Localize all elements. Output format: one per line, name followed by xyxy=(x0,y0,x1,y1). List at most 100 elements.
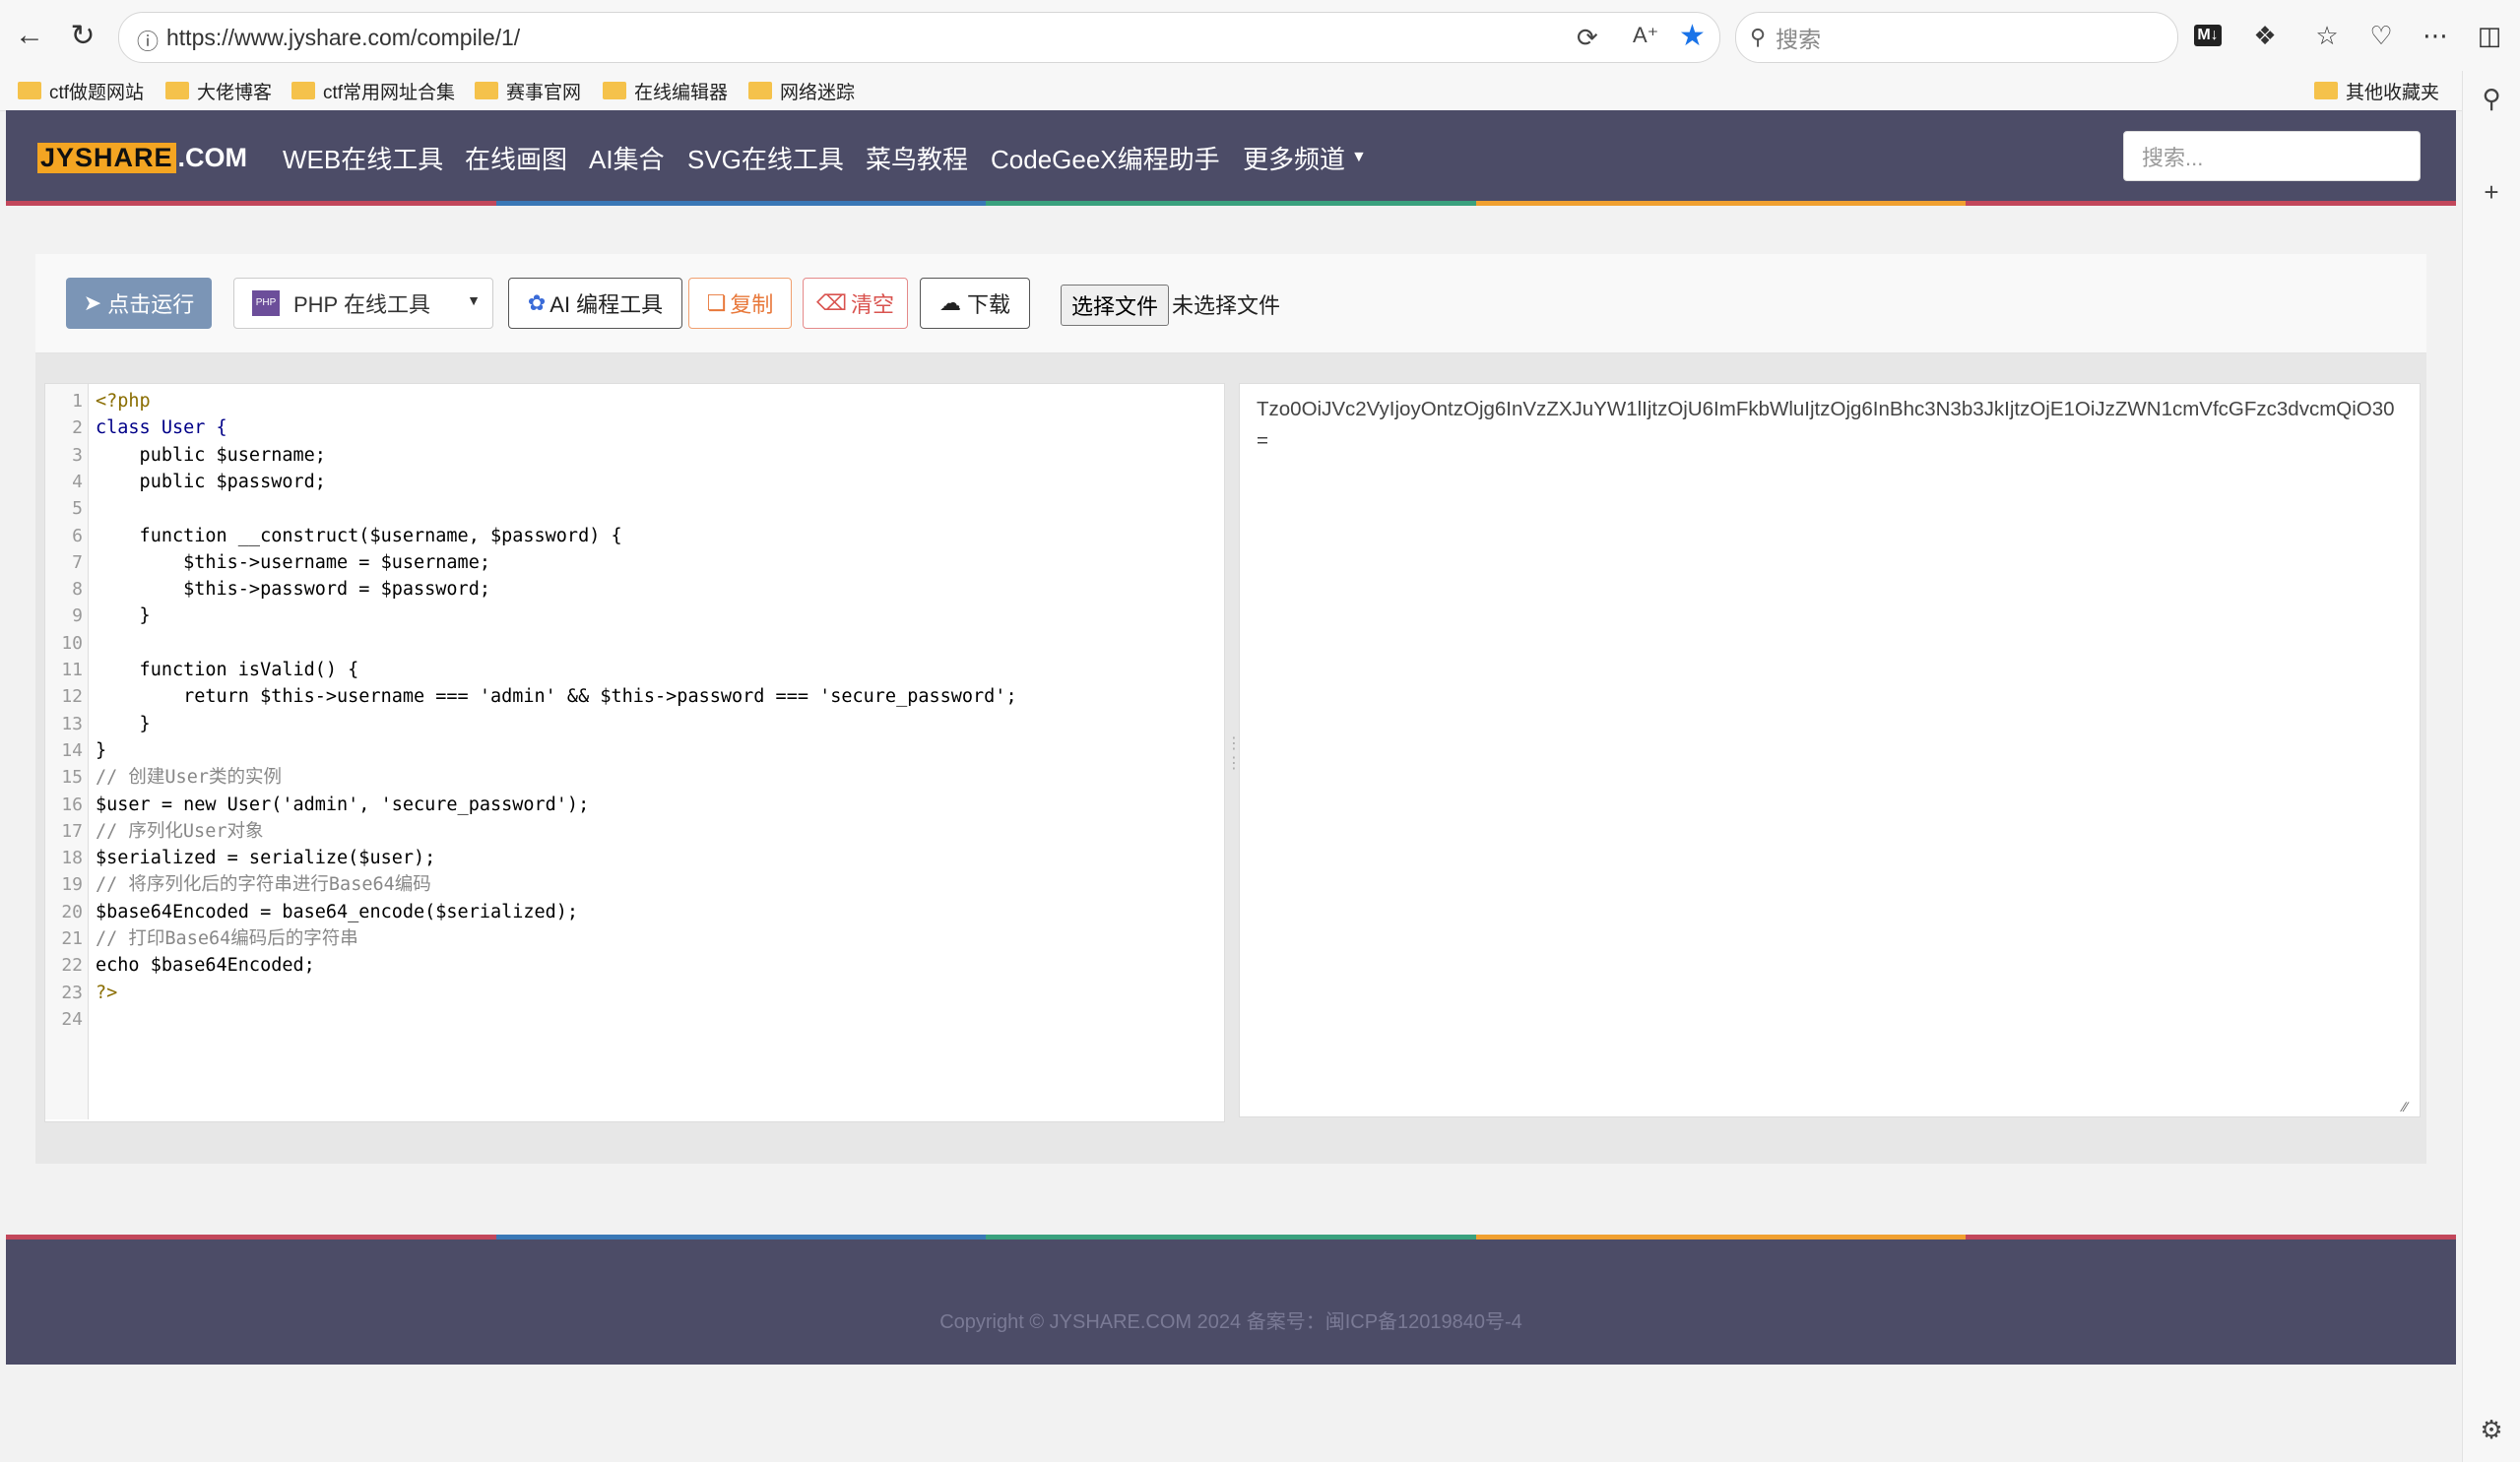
bookmark-blogs[interactable]: 大佬博客 xyxy=(165,71,272,110)
code-line: function __construct($username, $passwor… xyxy=(96,525,622,546)
favorite-star-icon[interactable]: ★ xyxy=(1679,19,1706,53)
run-button[interactable]: ➤ 点击运行 xyxy=(66,278,212,329)
folder-icon xyxy=(291,82,315,99)
browser-search-input[interactable]: ⚲ 搜索 xyxy=(1735,12,2178,63)
nav-svg-tools[interactable]: SVG在线工具 xyxy=(687,138,844,177)
bookmark-osint[interactable]: 网络迷踪 xyxy=(748,71,855,110)
output-text: Tzo0OiJVc2VyIjoyOntzOjg6InVzZXJuYW1lIjtz… xyxy=(1257,398,2395,452)
code-line: public $password; xyxy=(96,471,326,492)
clear-button[interactable]: ⌫ 清空 xyxy=(803,278,908,329)
code-line: $this->username = $username; xyxy=(96,551,490,573)
folder-icon xyxy=(2314,82,2338,99)
line-number: 12 xyxy=(61,686,83,708)
ai-tool-button[interactable]: ✿ AI 编程工具 xyxy=(508,278,682,329)
bookmark-label: 网络迷踪 xyxy=(780,82,856,103)
line-number: 4 xyxy=(72,471,83,492)
sidebar-toggle-icon[interactable]: ◫ xyxy=(2472,18,2507,53)
bookmark-contests[interactable]: 赛事官网 xyxy=(475,71,581,110)
line-number: 2 xyxy=(72,417,83,439)
nav-codegeex[interactable]: CodeGeeX编程助手 xyxy=(991,138,1220,177)
code-line: <?php xyxy=(96,391,151,412)
nav-web-tools[interactable]: WEB在线工具 xyxy=(283,138,443,177)
line-number: 10 xyxy=(61,632,83,654)
folder-icon xyxy=(748,82,772,99)
site-footer xyxy=(6,1240,2456,1365)
resize-grip-icon[interactable]: ∕∕ xyxy=(2403,1099,2408,1114)
language-select[interactable]: PHP PHP 在线工具 ▼ xyxy=(233,278,493,329)
line-number: 8 xyxy=(72,579,83,601)
nav-ai-collection[interactable]: AI集合 xyxy=(589,138,665,177)
bookmark-label: 其他收藏夹 xyxy=(2346,82,2440,103)
more-menu-icon[interactable]: ⋯ xyxy=(2418,18,2453,53)
folder-icon xyxy=(18,82,41,99)
file-status-text: 未选择文件 xyxy=(1172,293,1281,318)
bookmark-other[interactable]: 其他收藏夹 xyxy=(2314,71,2439,110)
site-info-icon[interactable]: ⓘ xyxy=(137,25,159,56)
output-panel[interactable] xyxy=(1239,383,2421,1117)
site-logo[interactable]: JYSHARE .COM xyxy=(37,142,248,173)
reload-icon[interactable]: ↻ xyxy=(59,12,106,59)
ai-logo-icon: ✿ xyxy=(527,290,547,315)
code-line: $user = new User('admin', 'secure_passwo… xyxy=(96,794,590,815)
site-search-input[interactable]: 搜索... xyxy=(2123,131,2421,181)
favorites-icon[interactable]: ☆ xyxy=(2309,18,2345,53)
pane-resize-handle[interactable]: ⋮ ⋮ xyxy=(1226,733,1242,783)
add-icon[interactable]: + xyxy=(2472,172,2511,212)
line-number: 6 xyxy=(72,525,83,546)
browser-side-rail xyxy=(2462,71,2520,1462)
bookmark-label: 大佬博客 xyxy=(197,82,273,103)
copy-label: 复制 xyxy=(730,292,774,317)
code-line: return $this->username === 'admin' && $t… xyxy=(96,686,1017,708)
header-color-strip xyxy=(6,201,2456,206)
code-line: // 打印Base64编码后的字符串 xyxy=(96,928,358,949)
line-number: 23 xyxy=(61,982,83,1003)
logo-suffix: .COM xyxy=(177,142,248,172)
settings-gear-icon[interactable]: ⚙ xyxy=(2472,1410,2511,1449)
choose-file-button[interactable]: 选择文件 xyxy=(1061,285,1169,326)
copy-button[interactable]: ❏ 复制 xyxy=(688,278,792,329)
line-number: 17 xyxy=(61,820,83,842)
code-line: public $username; xyxy=(96,444,326,466)
code-line: } xyxy=(96,739,107,761)
code-line: // 创建User类的实例 xyxy=(96,767,282,789)
nav-more-channels[interactable]: 更多频道 ▼ xyxy=(1243,138,1367,177)
browser-search-placeholder: 搜索 xyxy=(1776,27,1822,52)
back-icon[interactable]: ← xyxy=(6,12,53,59)
line-number: 1 xyxy=(72,391,83,412)
code-line: ?> xyxy=(96,982,118,1003)
search-icon: ⚲ xyxy=(1750,25,1767,49)
folder-icon xyxy=(165,82,189,99)
nav-runoob-tutorial[interactable]: 菜鸟教程 xyxy=(866,138,968,177)
cloud-download-icon: ☁ xyxy=(938,290,961,315)
bookmark-ctf-urls[interactable]: ctf常用网址合集 xyxy=(291,71,455,110)
bookmark-ctf-sites[interactable]: ctf做题网站 xyxy=(18,71,144,110)
nav-more-label: 更多频道 xyxy=(1243,144,1346,174)
folder-icon xyxy=(475,82,498,99)
php-logo-icon: PHP xyxy=(252,290,280,316)
bookmark-online-editor[interactable]: 在线编辑器 xyxy=(603,71,728,110)
search-icon[interactable]: ⚲ xyxy=(2472,79,2511,118)
code-line: function isValid() { xyxy=(96,660,359,680)
bookmark-label: ctf做题网站 xyxy=(49,82,145,103)
line-number: 14 xyxy=(61,739,83,761)
caret-down-icon: ▼ xyxy=(1351,149,1367,165)
line-number: 19 xyxy=(61,874,83,896)
code-line: } xyxy=(96,605,151,627)
code-line: $base64Encoded = base64_encode($serializ… xyxy=(96,901,579,922)
paper-plane-icon: ➤ xyxy=(83,290,102,315)
line-number: 24 xyxy=(61,1008,83,1030)
line-number: 16 xyxy=(61,794,83,815)
address-bar[interactable]: ⓘ https://www.jyshare.com/compile/1/ ⟳ A… xyxy=(118,12,1720,63)
extensions-icon[interactable]: ❖ xyxy=(2247,18,2283,53)
browser-essentials-icon[interactable]: ♡ xyxy=(2363,18,2399,53)
read-aloud-icon[interactable]: A⁺ xyxy=(1633,23,1658,48)
copy-icon: ❏ xyxy=(706,290,727,315)
markdown-icon[interactable]: M↓ xyxy=(2194,25,2222,46)
run-label: 点击运行 xyxy=(107,292,195,317)
download-button[interactable]: ☁ 下载 xyxy=(920,278,1030,329)
nav-online-drawing[interactable]: 在线画图 xyxy=(465,138,567,177)
line-number: 11 xyxy=(61,660,83,680)
line-number: 7 xyxy=(72,551,83,573)
ai-label: AI 编程工具 xyxy=(549,292,664,317)
translate-icon[interactable]: ⟳ xyxy=(1577,23,1598,53)
